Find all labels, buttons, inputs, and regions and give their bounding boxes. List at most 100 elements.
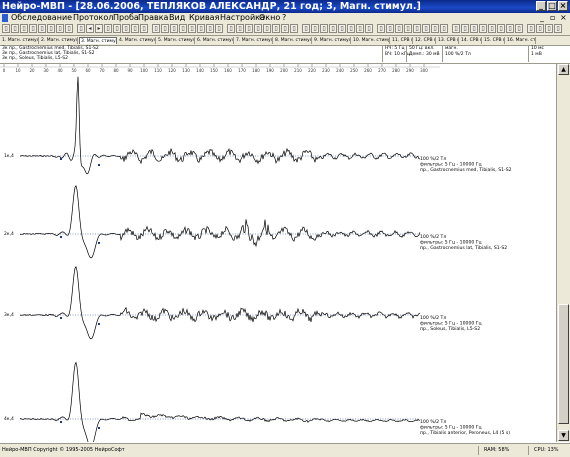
- toolbar-button-icon[interactable]: ▯: [170, 24, 178, 33]
- toolbar-button-icon[interactable]: ▯: [131, 24, 139, 33]
- toolbar-button-icon[interactable]: ▯: [545, 24, 553, 33]
- tab-12[interactable]: 12. СРВ м: [414, 37, 436, 44]
- toolbar-button-icon[interactable]: ▯: [11, 24, 19, 33]
- toolbar-button-icon[interactable]: ▯: [65, 24, 73, 33]
- toolbar-button-icon[interactable]: ▯: [281, 24, 289, 33]
- close-button[interactable]: ×: [558, 1, 568, 11]
- tab-4[interactable]: 4. Магн. стимул.: [118, 37, 156, 44]
- toolbar-button-icon[interactable]: ▯: [197, 24, 205, 33]
- tab-7[interactable]: 7. Магн. стимул.: [235, 37, 273, 44]
- toolbar-button-icon[interactable]: ▯: [56, 24, 64, 33]
- tab-9[interactable]: 9. Магн. стимул.: [313, 37, 351, 44]
- tab-6[interactable]: 6. Магн. стимул.: [196, 37, 234, 44]
- menu-item-vid[interactable]: Вид: [169, 13, 185, 23]
- doc-close-button[interactable]: ×: [560, 13, 567, 23]
- toolbar-button-icon[interactable]: ▯: [413, 24, 421, 33]
- vertical-scrollbar[interactable]: ▲ ▼: [556, 64, 570, 442]
- tab-5[interactable]: 5. Магн. стимул.: [157, 37, 195, 44]
- toolbar-button-icon[interactable]: ▯: [179, 24, 187, 33]
- toolbar-button-icon[interactable]: ▯: [47, 24, 55, 33]
- tab-15[interactable]: 15. СРВ м: [483, 37, 505, 44]
- menu-item-obsledovanie[interactable]: Обследование: [11, 13, 72, 23]
- toolbar-button-icon[interactable]: ▯: [386, 24, 394, 33]
- menu-item-help[interactable]: ?: [282, 13, 286, 23]
- menu-item-okno[interactable]: Окно: [259, 13, 280, 23]
- toolbar-button-icon[interactable]: ▯: [347, 24, 355, 33]
- scroll-thumb[interactable]: [558, 304, 569, 424]
- doc-minimize-button[interactable]: _: [540, 13, 544, 23]
- toolbar-button-icon[interactable]: ▯: [227, 24, 235, 33]
- scroll-down-icon[interactable]: ▼: [558, 430, 569, 441]
- tab-3[interactable]: 3. Магн. стимул.: [79, 37, 117, 44]
- toolbar-button-icon[interactable]: ▯: [320, 24, 328, 33]
- toolbar-button-icon[interactable]: ▯: [470, 24, 478, 33]
- toolbar-button-icon[interactable]: ▯: [236, 24, 244, 33]
- toolbar-button-icon[interactable]: ▯: [20, 24, 28, 33]
- toolbar-button-icon[interactable]: ▯: [245, 24, 253, 33]
- toolbar-button-icon[interactable]: ▯: [404, 24, 412, 33]
- toolbar-button-icon[interactable]: ▯: [263, 24, 271, 33]
- maximize-button[interactable]: □: [547, 1, 557, 11]
- toolbar-button-icon[interactable]: ▯: [356, 24, 364, 33]
- doc-restore-button[interactable]: ▫: [550, 13, 555, 23]
- toolbar-button-icon[interactable]: ▯: [290, 24, 298, 33]
- tab-16[interactable]: 16. Магн. стимул.: [506, 37, 536, 44]
- time-tick-label: 40: [57, 68, 63, 73]
- toolbar-button-icon[interactable]: ▯: [506, 24, 514, 33]
- sensitivity[interactable]: 1 мВ: [531, 52, 542, 58]
- toolbar-button-icon[interactable]: ▯: [488, 24, 496, 33]
- toolbar-button-icon[interactable]: ▯: [365, 24, 373, 33]
- minimize-button[interactable]: _: [536, 1, 546, 11]
- toolbar-button-icon[interactable]: ▯: [188, 24, 196, 33]
- tab-13[interactable]: 13. СРВ м: [437, 37, 459, 44]
- tab-8[interactable]: 8. Магн. стимул.: [274, 37, 312, 44]
- toolbar-button-icon[interactable]: ▯: [461, 24, 469, 33]
- toolbar-button-icon[interactable]: ◂: [86, 24, 94, 33]
- tab-1[interactable]: 1. Магн. стимул.: [1, 37, 39, 44]
- tab-14[interactable]: 14. СРВ м: [460, 37, 482, 44]
- toolbar-button-icon[interactable]: ▯: [536, 24, 544, 33]
- toolbar-button-icon[interactable]: ▯: [329, 24, 337, 33]
- toolbar-button-icon[interactable]: ▯: [272, 24, 280, 33]
- scroll-up-icon[interactable]: ▲: [558, 64, 569, 75]
- menu-item-proba[interactable]: Проба: [113, 13, 139, 23]
- toolbar-button-icon[interactable]: ▯: [431, 24, 439, 33]
- toolbar-button-icon[interactable]: ▯: [104, 24, 112, 33]
- channel-filters-label: фильтры: 5 Гц - 10000 Гц: [420, 321, 482, 327]
- toolbar-button-icon[interactable]: ▯: [377, 24, 385, 33]
- menu-item-krivaya[interactable]: Кривая: [189, 13, 219, 23]
- emg-plot-area[interactable]: 0 10 20 30 40 50 60 70 80 90 100 110 120 130 140 150 160…: [0, 64, 556, 442]
- tab-11[interactable]: 11. СРВ м: [391, 37, 413, 44]
- toolbar-button-icon[interactable]: ▯: [440, 24, 448, 33]
- toolbar-button-icon[interactable]: ▯: [338, 24, 346, 33]
- toolbar-button-icon[interactable]: ▯: [554, 24, 562, 33]
- channel-label: 4к,4: [4, 416, 14, 422]
- toolbar-button-icon[interactable]: ▯: [452, 24, 460, 33]
- toolbar-button-icon[interactable]: ▯: [206, 24, 214, 33]
- tab-2[interactable]: 2. Магн. стимул.: [40, 37, 78, 44]
- toolbar-button-icon[interactable]: ▯: [113, 24, 121, 33]
- toolbar-button-icon[interactable]: ▯: [302, 24, 310, 33]
- toolbar-button-icon[interactable]: ▯: [254, 24, 262, 33]
- toolbar-button-icon[interactable]: ▯: [161, 24, 169, 33]
- toolbar-button-icon[interactable]: ▯: [140, 24, 148, 33]
- toolbar-button-icon[interactable]: ▯: [215, 24, 223, 33]
- toolbar-button-icon[interactable]: ▯: [395, 24, 403, 33]
- toolbar-button-icon[interactable]: ▯: [515, 24, 523, 33]
- toolbar-button-icon[interactable]: ▯: [122, 24, 130, 33]
- toolbar-button-icon[interactable]: ▯: [527, 24, 535, 33]
- menu-item-pravka[interactable]: Правка: [138, 13, 168, 23]
- app-icon[interactable]: [2, 14, 8, 22]
- toolbar-button-icon[interactable]: ▯: [38, 24, 46, 33]
- toolbar-button-icon[interactable]: ▯: [311, 24, 319, 33]
- menu-item-protokol[interactable]: Протокол: [73, 13, 113, 23]
- tab-10[interactable]: 10. Магн. стимул.: [352, 37, 390, 44]
- toolbar-button-icon[interactable]: ▸: [95, 24, 103, 33]
- toolbar-button-icon[interactable]: ▯: [29, 24, 37, 33]
- toolbar-button-icon[interactable]: ▯: [422, 24, 430, 33]
- toolbar-button-icon[interactable]: ▯: [77, 24, 85, 33]
- toolbar-button-icon[interactable]: ▯: [479, 24, 487, 33]
- toolbar-button-icon[interactable]: ▯: [497, 24, 505, 33]
- toolbar-button-icon[interactable]: ▯: [152, 24, 160, 33]
- toolbar-button-icon[interactable]: ▯: [2, 24, 10, 33]
